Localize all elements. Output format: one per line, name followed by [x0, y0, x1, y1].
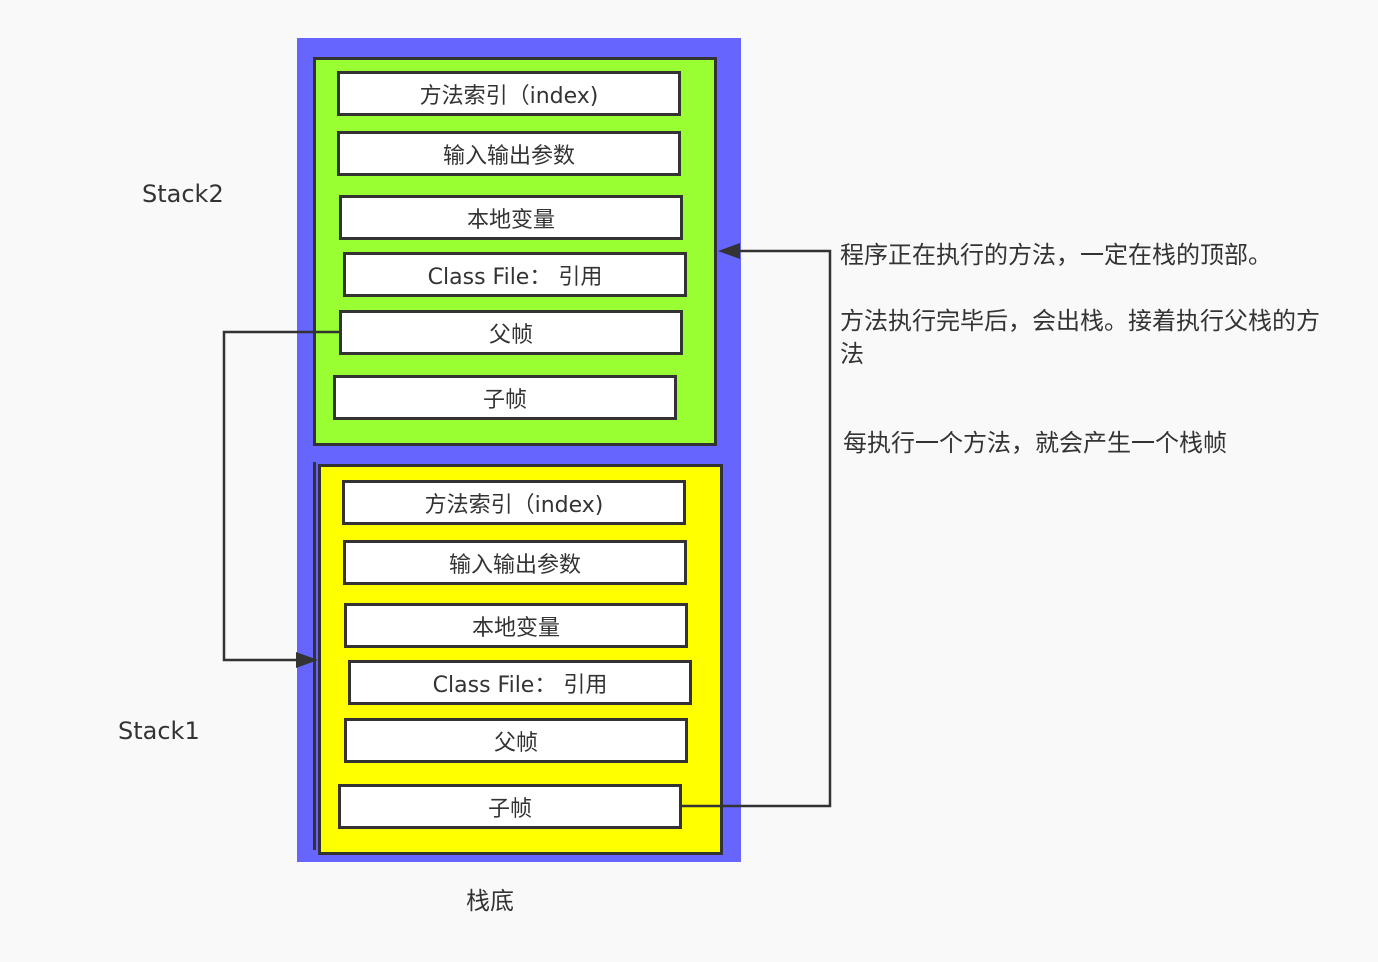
parent-frame-connector: [222, 330, 339, 662]
child-frame-connector: [682, 249, 832, 808]
stack1-label: Stack1: [118, 717, 200, 745]
note-top-of-stack: 程序正在执行的方法，一定在栈的顶部。: [840, 241, 1272, 269]
stack-bottom-label: 栈底: [466, 887, 514, 915]
arrowhead-to-stack1: [296, 652, 318, 668]
note-frame-created: 每执行一个方法，就会产生一个栈帧: [843, 429, 1227, 457]
connectors: [222, 243, 832, 808]
stack2-label: Stack2: [142, 180, 224, 208]
arrowhead-to-stack2: [718, 243, 740, 259]
note-pop-stack: 方法执行完毕后，会出栈。接着执行父栈的方法: [840, 307, 1320, 368]
